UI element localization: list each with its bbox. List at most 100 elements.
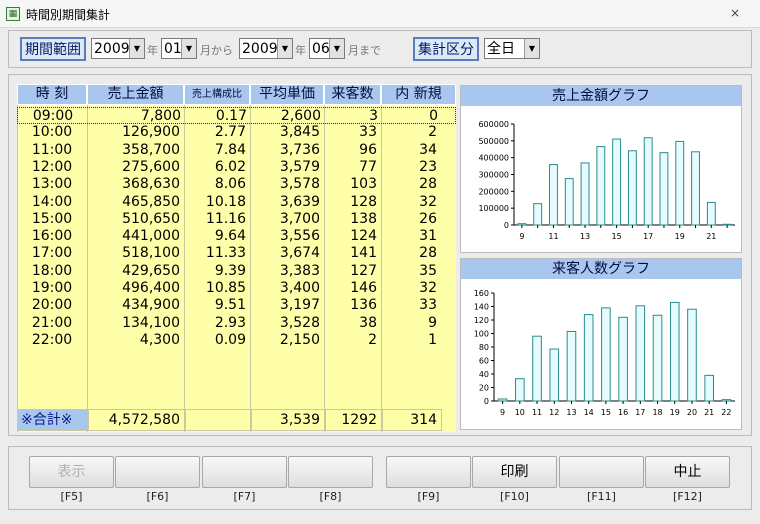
table-row[interactable]: 21:00 134,100 2.93 3,528 38 9: [17, 315, 456, 332]
cell-visitors: 96: [359, 141, 377, 158]
bar: [722, 223, 732, 226]
data-grid[interactable]: 時 刻 売上金額 売上構成比 平均単価 来客数 内 新規 09:00 7,800 0…: [17, 84, 456, 432]
end-month-select[interactable]: 06 ▼: [309, 38, 345, 59]
cell-sales: 358,700: [122, 141, 180, 158]
cell-new: 28: [419, 245, 437, 262]
y-tick-label: 100000: [478, 204, 509, 213]
cell-time: 16:00: [31, 228, 73, 245]
x-tick-label: 11: [548, 232, 558, 241]
cell-ratio: 6.02: [214, 158, 246, 175]
bar: [675, 140, 685, 226]
cell-avg: 3,845: [279, 124, 320, 141]
function-key-label: [F12]: [673, 490, 702, 503]
start-year-unit: 年: [147, 44, 158, 57]
end-year-select[interactable]: 2009 ▼: [239, 38, 293, 59]
end-year-unit: 年: [295, 44, 306, 57]
bar: [515, 378, 525, 402]
chevron-down-icon[interactable]: ▼: [329, 39, 344, 58]
y-tick-label: 0: [504, 221, 509, 230]
table-row[interactable]: 14:00 465,850 10.18 3,639 128 32: [17, 194, 456, 211]
function-key-label: [F6]: [146, 490, 169, 503]
y-tick-label: 100: [474, 330, 489, 339]
table-row[interactable]: 19:00 496,400 10.85 3,400 146 32: [17, 280, 456, 297]
cell-avg: 3,197: [279, 297, 320, 314]
cell-visitors: 128: [350, 193, 377, 210]
bar: [596, 146, 606, 226]
app-icon: ▦: [6, 7, 20, 21]
cell-time: 10:00: [31, 124, 73, 141]
totals-new: 314: [382, 409, 442, 431]
cell-avg: 2,150: [279, 331, 320, 348]
table-row[interactable]: 16:00 441,000 9.64 3,556 124 31: [17, 228, 456, 245]
bar: [704, 374, 714, 402]
function-key-label: [F5]: [60, 490, 83, 503]
f8-button[interactable]: [288, 456, 373, 488]
f11-button[interactable]: [559, 456, 644, 488]
table-row[interactable]: 12:00 275,600 6.02 3,579 77 23: [17, 159, 456, 176]
x-tick-label: 20: [687, 408, 697, 417]
table-row[interactable]: 18:00 429,650 9.39 3,383 127 35: [17, 263, 456, 280]
table-row[interactable]: 20:00 434,900 9.51 3,197 136 33: [17, 297, 456, 314]
x-tick-label: 17: [635, 408, 645, 417]
start-month-value: 01: [164, 41, 182, 57]
bar: [601, 307, 611, 402]
x-tick-label: 19: [670, 408, 680, 417]
f9-button[interactable]: [386, 456, 471, 488]
cell-time: 14:00: [31, 193, 73, 210]
cell-ratio: 2.77: [214, 124, 246, 141]
totals-label: ※合計※: [17, 409, 88, 431]
cell-sales: 434,900: [122, 297, 180, 314]
cancel-button[interactable]: 中止: [645, 456, 730, 488]
function-key-label: [F7]: [233, 490, 256, 503]
table-row[interactable]: 10:00 126,900 2.77 3,845 33 2: [17, 124, 456, 141]
cell-sales: 429,650: [122, 262, 180, 279]
f7-button[interactable]: [202, 456, 287, 488]
cell-avg: 3,736: [279, 141, 320, 158]
bar: [566, 330, 577, 402]
function-key-label: [F8]: [319, 490, 342, 503]
function-key-label: [F11]: [587, 490, 616, 503]
table-row[interactable]: 11:00 358,700 7.84 3,736 96 34: [17, 142, 456, 159]
totals-sales: 4,572,580: [88, 409, 185, 431]
table-row[interactable]: 09:00 7,800 0.17 2,600 3 0: [17, 107, 456, 124]
end-month-unit: 月まで: [348, 44, 381, 57]
category-select[interactable]: 全日 ▼: [484, 38, 540, 59]
bar: [721, 399, 732, 402]
table-row[interactable]: 15:00 510,650 11.16 3,700 138 26: [17, 211, 456, 228]
cell-sales: 510,650: [122, 210, 180, 227]
visitors-chart: 来客人数グラフ 0 20 40 60 80 100 120 140 160 9 10 11 12 13 14…: [460, 258, 742, 430]
cell-sales: 275,600: [122, 158, 180, 175]
start-month-select[interactable]: 01 ▼: [161, 38, 197, 59]
cell-new: 23: [419, 158, 437, 175]
x-tick-label: 17: [643, 232, 653, 241]
cell-avg: 3,674: [279, 245, 320, 262]
chevron-down-icon[interactable]: ▼: [181, 39, 196, 58]
x-tick-label: 15: [601, 408, 611, 417]
cell-avg: 3,578: [279, 176, 320, 193]
x-tick-label: 18: [652, 408, 662, 417]
table-row[interactable]: 13:00 368,630 8.06 3,578 103 28: [17, 176, 456, 193]
window-title: 時間別期間集計: [26, 8, 111, 22]
bar: [533, 203, 543, 226]
start-year-value: 2009: [94, 41, 130, 57]
close-icon[interactable]: ×: [730, 6, 740, 20]
chevron-down-icon[interactable]: ▼: [524, 39, 539, 58]
chevron-down-icon[interactable]: ▼: [129, 39, 144, 58]
y-tick-label: 200000: [478, 187, 509, 196]
chevron-down-icon[interactable]: ▼: [277, 39, 292, 58]
y-tick-label: 120: [474, 316, 489, 325]
cell-visitors: 103: [350, 176, 377, 193]
cell-sales: 441,000: [122, 228, 180, 245]
cell-time: 20:00: [31, 297, 73, 314]
cell-new: 2: [428, 124, 437, 141]
f6-button[interactable]: [115, 456, 200, 488]
print-button[interactable]: 印刷: [472, 456, 557, 488]
display-button[interactable]: 表示: [29, 456, 114, 488]
table-row[interactable]: 22:00 4,300 0.09 2,150 2 1: [17, 332, 456, 349]
cell-ratio: 0.09: [214, 331, 246, 348]
cell-ratio: 9.64: [214, 228, 246, 245]
cell-new: 26: [419, 210, 437, 227]
start-year-select[interactable]: 2009 ▼: [91, 38, 145, 59]
x-tick-label: 12: [549, 408, 559, 417]
table-row[interactable]: 17:00 518,100 11.33 3,674 141 28: [17, 245, 456, 262]
